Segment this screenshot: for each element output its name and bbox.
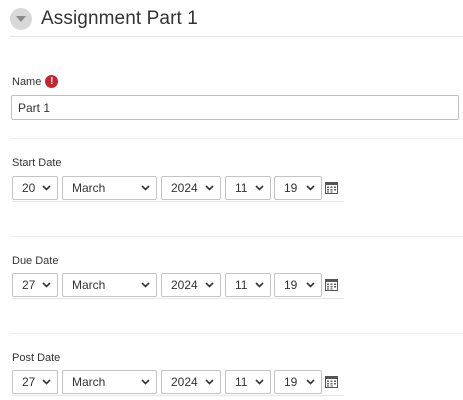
chevron-down-icon [141,185,150,191]
chevron-down-icon [205,282,214,288]
row-underline [12,201,344,202]
divider [10,236,463,237]
chevron-down-icon [141,282,150,288]
chevron-down-icon [205,185,214,191]
due-hour-value: 11 [235,278,248,292]
due-year-value: 2024 [171,278,198,292]
collapse-button[interactable] [10,8,32,30]
required-exclamation-icon: ! [45,75,59,88]
post-year-value: 2024 [171,375,198,389]
chevron-down-icon [255,185,264,191]
name-label-text: Name [12,75,42,88]
start-month-value: March [72,181,106,195]
post-minute-value: 19 [284,375,298,389]
chevron-down-icon [306,185,315,191]
chevron-down-icon [306,379,315,385]
start-minute-select[interactable]: 19 [274,176,322,200]
start-day-value: 20 [22,181,36,195]
divider [10,138,463,139]
due-minute-value: 19 [284,278,298,292]
due-month-select[interactable]: March [62,273,157,297]
chevron-down-icon [205,379,214,385]
start-day-select[interactable]: 20 [12,176,58,200]
chevron-down-icon [255,379,264,385]
row-underline [12,298,344,299]
post-day-select[interactable]: 27 [12,370,58,394]
calendar-icon[interactable] [325,181,338,194]
due-day-value: 27 [22,278,36,292]
chevron-down-icon [255,282,264,288]
due-hour-select[interactable]: 11 [225,273,271,297]
start-date-label: Start Date [12,157,62,169]
post-month-select[interactable]: March [62,370,157,394]
post-day-value: 27 [22,375,36,389]
divider [10,333,463,334]
post-month-value: March [72,375,106,389]
start-minute-value: 19 [284,181,298,195]
due-day-select[interactable]: 27 [12,273,58,297]
start-hour-select[interactable]: 11 [225,176,271,200]
chevron-down-icon [306,282,315,288]
due-month-value: March [72,278,106,292]
assignment-form: Assignment Part 1 Name ! Start Date 20 M… [0,0,463,400]
chevron-down-icon [42,282,51,288]
start-hour-value: 11 [235,181,248,195]
header-divider [10,36,463,37]
chevron-down-icon [16,16,26,22]
due-year-select[interactable]: 2024 [161,273,221,297]
post-year-select[interactable]: 2024 [161,370,221,394]
section-title: Assignment Part 1 [41,8,198,29]
chevron-down-icon [141,379,150,385]
name-input[interactable] [11,95,459,120]
due-minute-select[interactable]: 19 [274,273,322,297]
start-year-select[interactable]: 2024 [161,176,221,200]
post-date-label: Post Date [12,352,61,364]
section-header: Assignment Part 1 [10,6,198,32]
calendar-icon[interactable] [325,375,338,388]
start-year-value: 2024 [171,181,198,195]
row-underline [12,395,344,396]
start-month-select[interactable]: March [62,176,157,200]
name-label: Name ! [12,75,59,88]
post-minute-select[interactable]: 19 [274,370,322,394]
post-hour-select[interactable]: 11 [225,370,271,394]
calendar-icon[interactable] [325,278,338,291]
due-date-label: Due Date [12,255,59,267]
post-hour-value: 11 [235,375,248,389]
chevron-down-icon [42,379,51,385]
chevron-down-icon [42,185,51,191]
